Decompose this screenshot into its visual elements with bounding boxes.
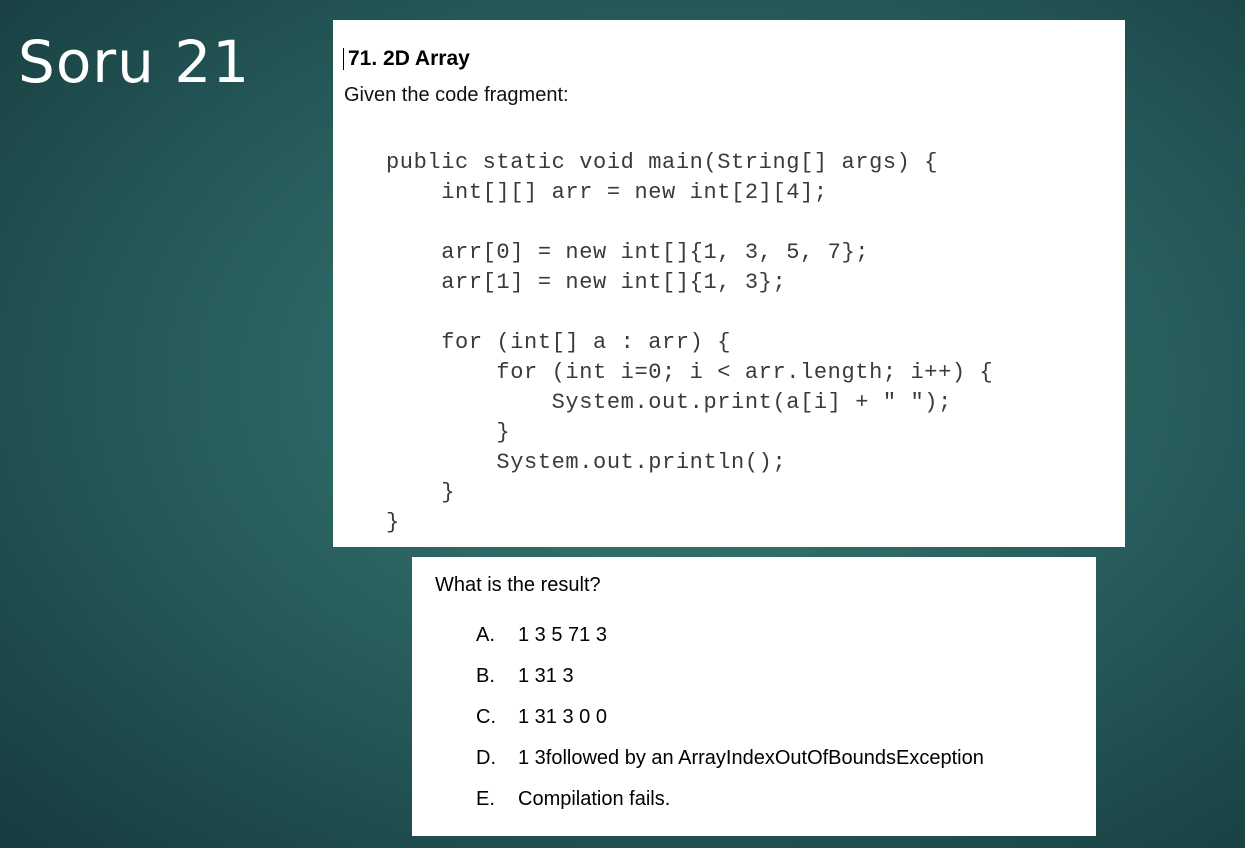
option-letter: E. xyxy=(476,788,495,810)
slide-title: Soru 21 xyxy=(18,28,251,96)
code-fragment: public static void main(String[] args) {… xyxy=(386,150,994,535)
option-text: 1 3 5 71 3 xyxy=(518,624,607,646)
option-text: 1 31 3 0 0 xyxy=(518,706,607,728)
question-intro: Given the code fragment: xyxy=(344,84,569,106)
option-e[interactable]: E. Compilation fails. xyxy=(476,787,984,828)
option-text: 1 31 3 xyxy=(518,665,574,687)
option-d[interactable]: D. 1 3followed by an ArrayIndexOutOfBoun… xyxy=(476,746,984,787)
question-card: 71. 2D Array Given the code fragment: pu… xyxy=(333,20,1125,547)
answer-prompt: What is the result? xyxy=(435,574,601,596)
option-b[interactable]: B. 1 31 3 xyxy=(476,664,984,705)
option-letter: A. xyxy=(476,624,495,646)
option-letter: B. xyxy=(476,665,495,687)
option-text: Compilation fails. xyxy=(518,788,671,810)
answer-card: What is the result? A. 1 3 5 71 3 B. 1 3… xyxy=(412,557,1096,836)
answer-options: A. 1 3 5 71 3 B. 1 31 3 C. 1 31 3 0 0 D.… xyxy=(476,623,984,828)
option-text: 1 3followed by an ArrayIndexOutOfBoundsE… xyxy=(518,747,984,769)
option-letter: C. xyxy=(476,706,496,728)
option-c[interactable]: C. 1 31 3 0 0 xyxy=(476,705,984,746)
option-a[interactable]: A. 1 3 5 71 3 xyxy=(476,623,984,664)
option-letter: D. xyxy=(476,747,496,769)
question-heading: 71. 2D Array xyxy=(343,48,470,70)
